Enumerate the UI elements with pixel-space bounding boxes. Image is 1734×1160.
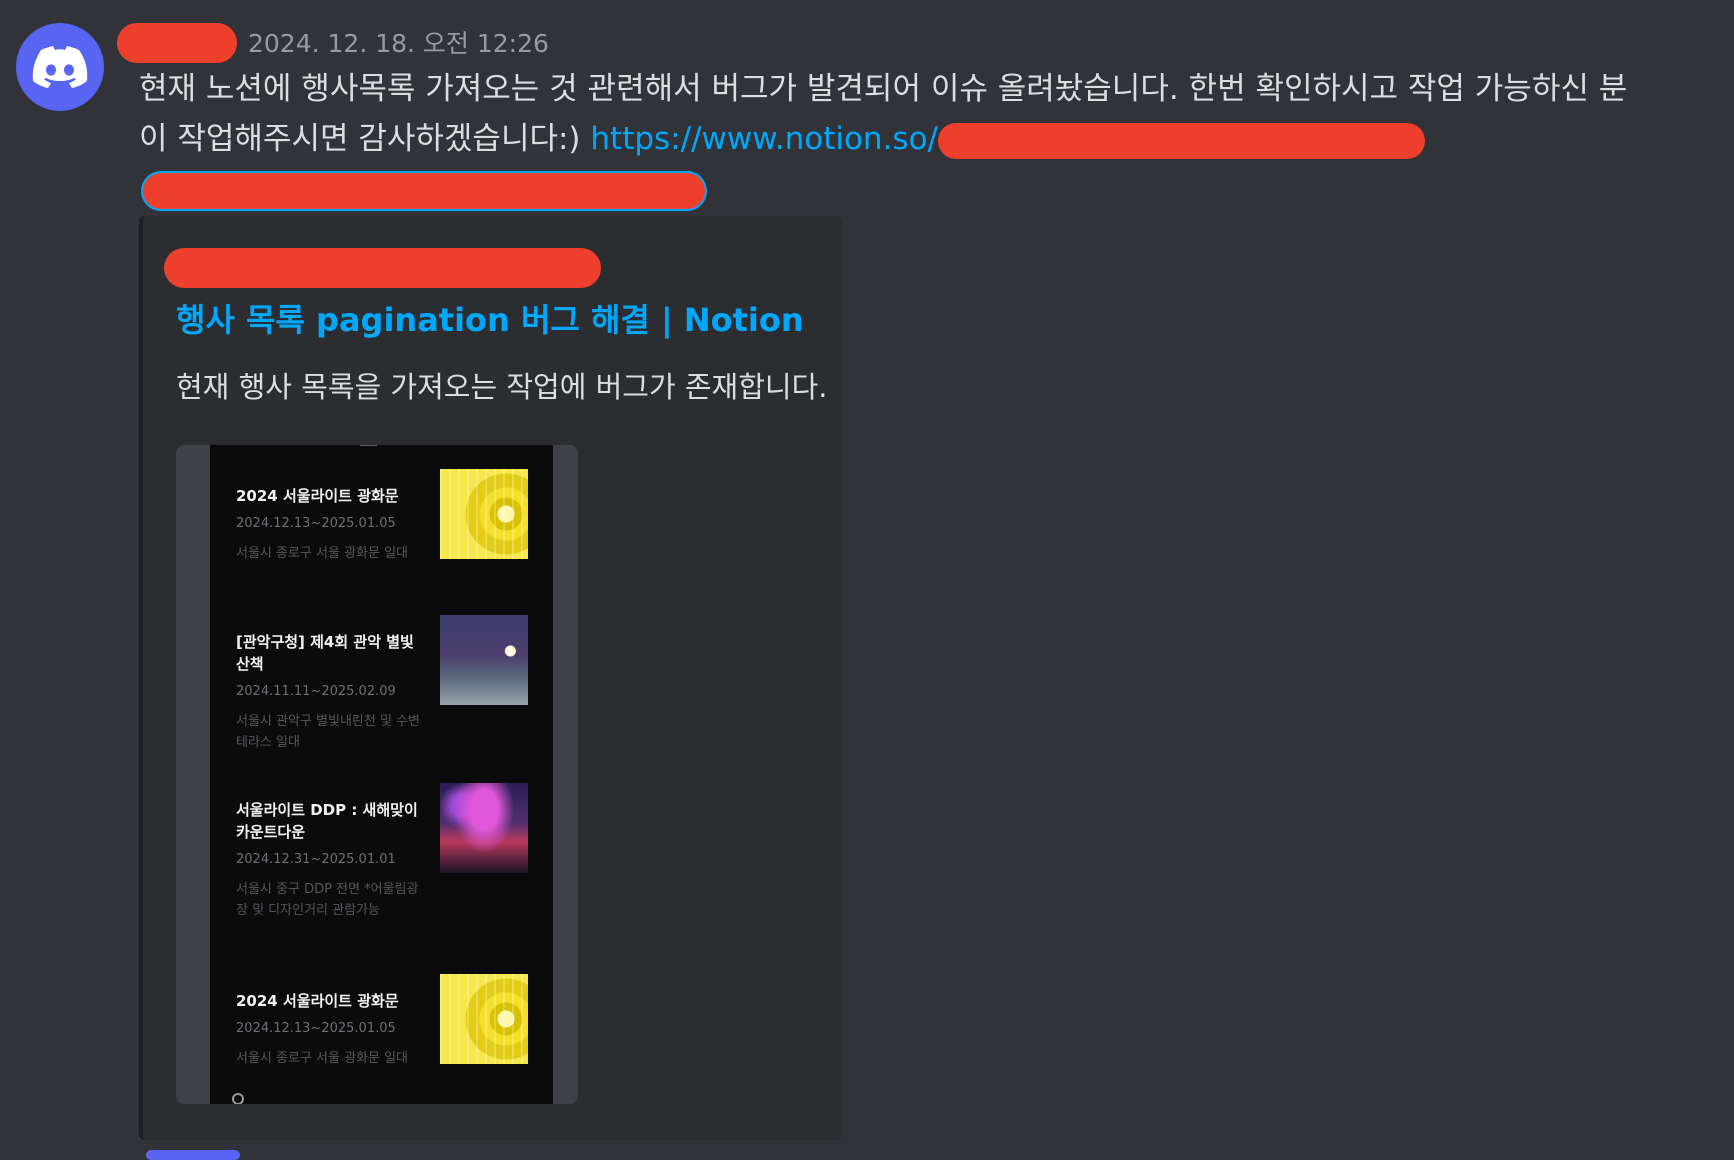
message-content: 현재 노션에 행사목록 가져오는 것 관련해서 버그가 발견되어 이슈 올려놨습…	[139, 64, 1699, 214]
event-thumbnail	[440, 469, 528, 559]
message-line-2: 이 작업해주시면 감사하겠습니다:) https://www.notion.so…	[139, 114, 1699, 164]
event-date: 2024.12.13~2025.01.05	[236, 516, 396, 531]
cut-off-icon	[232, 1093, 244, 1104]
chat-message: 2024. 12. 18. 오전 12:26 현재 노션에 행사목록 가져오는 …	[0, 0, 1734, 1160]
event-thumbnail	[440, 974, 528, 1064]
discord-logo-icon[interactable]	[16, 23, 104, 111]
link-embed: 행사 목록 pagination 버그 해결 | Notion 현재 행사 목록…	[139, 216, 842, 1140]
message-line-1: 현재 노션에 행사목록 가져오는 것 관련해서 버그가 발견되어 이슈 올려놨습…	[139, 71, 1628, 107]
event-title: [관악구청] 제4회 관악 별빛 산책	[236, 633, 414, 673]
event-thumbnail	[440, 783, 528, 873]
author-name-redacted	[117, 23, 237, 63]
event-date: 2024.12.13~2025.01.05	[236, 1021, 396, 1036]
event-title: 2024 서울라이트 광화문	[236, 487, 399, 505]
message-timestamp: 2024. 12. 18. 오전 12:26	[248, 29, 549, 58]
event-thumbnail	[440, 615, 528, 705]
event-location: 서울시 종로구 서울 광화문 일대	[236, 1051, 409, 1066]
cut-off-header-text: ━━	[360, 445, 377, 453]
embed-title[interactable]: 행사 목록 pagination 버그 해결 | Notion	[176, 298, 804, 342]
event-title: 2024 서울라이트 광화문	[236, 992, 399, 1010]
reaction-button-partial[interactable]	[146, 1150, 240, 1160]
event-date: 2024.12.31~2025.01.01	[236, 852, 396, 867]
event-date: 2024.11.11~2025.02.09	[236, 684, 396, 699]
embed-image[interactable]: ━━ 2024 서울라이트 광화문 2024.12.13~2025.01.05 …	[176, 445, 578, 1104]
link-redacted-part-2[interactable]	[143, 172, 705, 209]
event-list-screenshot: ━━ 2024 서울라이트 광화문 2024.12.13~2025.01.05 …	[210, 445, 553, 1104]
event-location: 서울시 관악구 별빛내린천 및 수변테라스 일대	[236, 714, 420, 750]
event-location: 서울시 종로구 서울 광화문 일대	[236, 546, 409, 561]
embed-provider-redacted	[164, 248, 601, 288]
event-location: 서울시 중구 DDP 전면 *어울림광장 및 디자인거리 관람가능	[236, 882, 419, 918]
link-redacted-part-1	[938, 122, 1425, 159]
message-line-2-text: 이 작업해주시면 감사하겠습니다:)	[139, 121, 591, 157]
notion-link[interactable]: https://www.notion.so/	[590, 121, 938, 157]
event-title: 서울라이트 DDP : 새해맞이 카운트다운	[236, 801, 418, 841]
embed-description: 현재 행사 목록을 가져오는 작업에 버그가 존재합니다.	[176, 370, 828, 404]
message-line-3	[139, 164, 1699, 214]
